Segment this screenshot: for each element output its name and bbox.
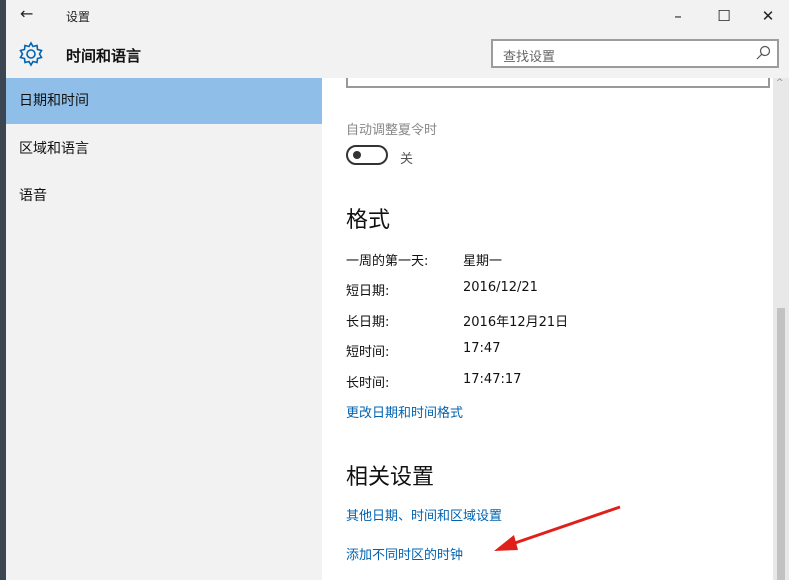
maximize-button[interactable]: ☐ [702, 2, 746, 30]
search-placeholder: 查找设置 [503, 50, 556, 65]
window-title: 设置 [66, 10, 91, 24]
settings-window: ← 设置 – ☐ ✕ 时间和语言 查找设置 日期和时间 区域和语言 语音 自动调… [6, 0, 789, 580]
minimize-button[interactable]: – [656, 2, 700, 30]
title-bar: ← 设置 – ☐ ✕ [6, 0, 789, 32]
gear-icon [19, 41, 43, 67]
page-title: 时间和语言 [66, 47, 142, 65]
scrollbar-thumb[interactable] [777, 308, 785, 580]
scroll-up-icon[interactable]: ^ [776, 78, 784, 88]
back-arrow-icon[interactable]: ← [20, 4, 33, 23]
annotation-arrow-head [494, 535, 518, 551]
search-input[interactable]: 查找设置 [491, 39, 779, 68]
search-icon[interactable] [755, 45, 771, 61]
sidebar-item-speech[interactable]: 语音 [6, 173, 322, 219]
sidebar-item-region-language[interactable]: 区域和语言 [6, 126, 322, 172]
settings-header: 时间和语言 查找设置 [6, 32, 789, 78]
close-button[interactable]: ✕ [746, 2, 789, 30]
annotation-arrow-shaft [511, 505, 621, 546]
scrollbar[interactable]: ^ [773, 78, 789, 580]
annotation-arrow [494, 505, 621, 551]
content-pane: 自动调整夏令时 关 格式 一周的第一天: 星期一 短日期: 2016/12/21… [322, 78, 773, 580]
sidebar-item-date-time[interactable]: 日期和时间 [6, 78, 322, 124]
sidebar: 日期和时间 区域和语言 语音 [6, 78, 322, 580]
